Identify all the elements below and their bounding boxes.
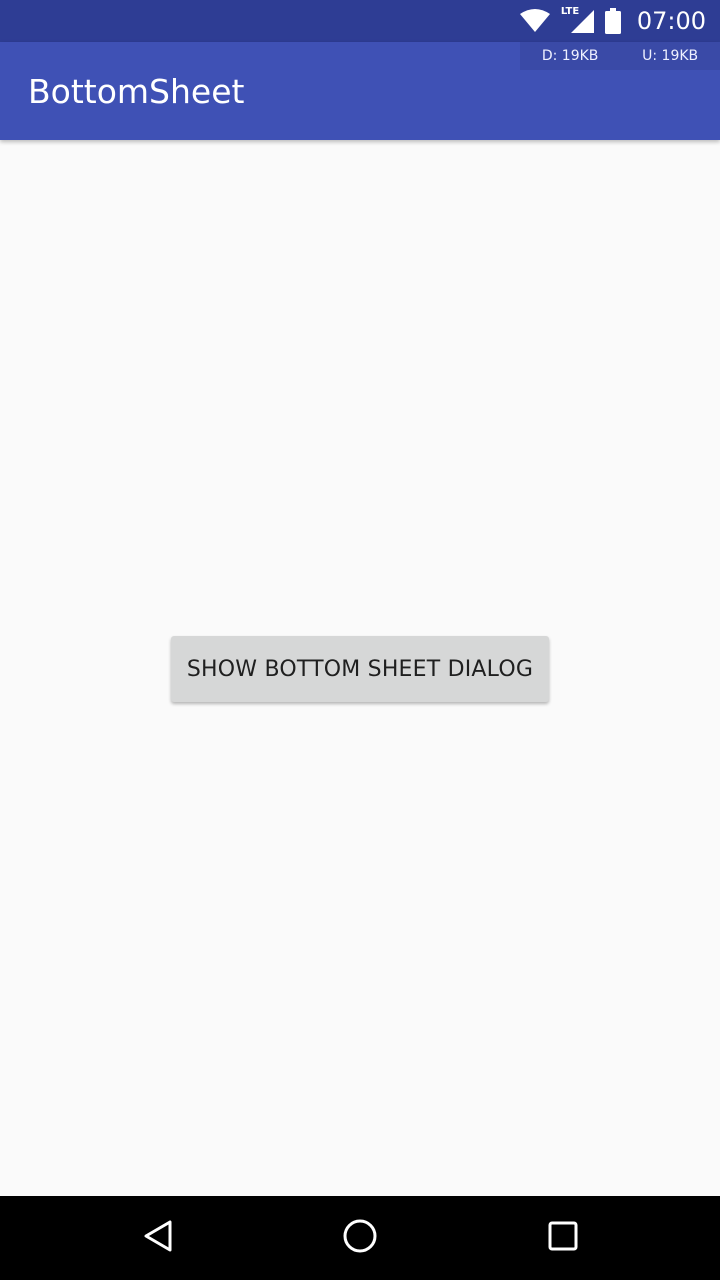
back-icon <box>142 1219 174 1257</box>
recents-button[interactable] <box>541 1216 585 1260</box>
main-content: SHOW BOTTOM SHEET DIALOG <box>0 140 720 1196</box>
navigation-bar <box>0 1196 720 1280</box>
home-button[interactable] <box>338 1216 382 1260</box>
download-speed: D: 19KB <box>541 48 599 64</box>
upload-speed: U: 19KB <box>642 48 699 64</box>
status-clock: 07:00 <box>636 7 706 35</box>
battery-icon <box>604 8 621 34</box>
recents-icon <box>548 1221 578 1255</box>
home-icon <box>342 1218 378 1258</box>
cell-signal-icon: LTE <box>561 6 595 34</box>
network-speed-meter: D: 19KB U: 19KB <box>520 42 720 70</box>
show-bottom-sheet-dialog-button[interactable]: SHOW BOTTOM SHEET DIALOG <box>171 636 549 702</box>
wifi-icon <box>519 8 551 34</box>
app-title: BottomSheet <box>28 72 245 111</box>
screen: LTE 07:00 BottomSheet D: 19KB U: 19KB SH… <box>0 0 720 1280</box>
app-bar: BottomSheet D: 19KB U: 19KB <box>0 42 720 140</box>
status-bar: LTE 07:00 <box>0 0 720 42</box>
status-icons: LTE 07:00 <box>519 6 706 35</box>
back-button[interactable] <box>136 1216 180 1260</box>
